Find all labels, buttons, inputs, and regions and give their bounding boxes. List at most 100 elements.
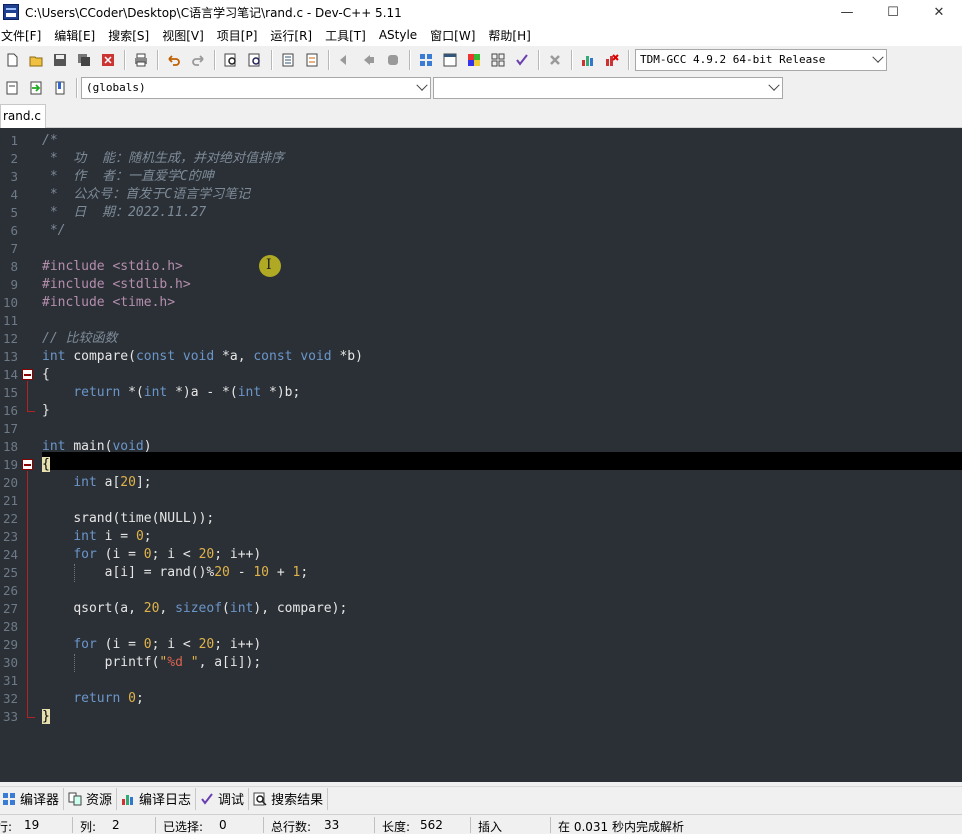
- close-button[interactable]: ✕: [916, 0, 962, 24]
- close-file-button[interactable]: [98, 50, 118, 70]
- save-button[interactable]: [50, 50, 70, 70]
- indent-button[interactable]: [278, 50, 298, 70]
- code-line[interactable]: [42, 492, 962, 510]
- menu-astyle[interactable]: AStyle: [378, 28, 423, 42]
- fold-toggle-icon[interactable]: [22, 459, 33, 470]
- maximize-button[interactable]: ☐: [870, 0, 916, 24]
- code-line[interactable]: * 日 期：2022.11.27: [42, 204, 962, 222]
- tab-compile-log[interactable]: 编译日志: [119, 787, 197, 810]
- menu-help[interactable]: 帮助[H]: [487, 27, 536, 44]
- code-line[interactable]: a[i] = rand()%20 - 10 + 1;: [42, 564, 962, 582]
- code-line[interactable]: srand(time(NULL));: [42, 510, 962, 528]
- code-line[interactable]: #include <stdlib.h>: [42, 276, 962, 294]
- bar-chart-icon: [582, 56, 593, 66]
- code-line[interactable]: // 比较函数: [42, 330, 962, 348]
- code-line[interactable]: {: [42, 456, 962, 474]
- tab-compiler[interactable]: 编译器: [0, 787, 65, 810]
- tab-search-results[interactable]: 搜索结果: [251, 787, 329, 810]
- code-line[interactable]: {: [42, 366, 962, 384]
- line-number: 15: [2, 385, 18, 400]
- code-line[interactable]: #include <time.h>: [42, 294, 962, 312]
- code-line[interactable]: [42, 618, 962, 636]
- code-line[interactable]: for (i = 0; i < 20; i++): [42, 546, 962, 564]
- code-area[interactable]: /* * 功 能：随机生成，并对绝对值排序 * 作 者：一直爱学C的呻 * 公众…: [42, 128, 962, 782]
- rebuild-button[interactable]: [488, 50, 508, 70]
- print-button[interactable]: [131, 50, 151, 70]
- status-total-value: 33: [324, 818, 340, 832]
- code-line[interactable]: #include <stdio.h>: [42, 258, 962, 276]
- syntax-check-button[interactable]: [512, 50, 532, 70]
- open-file-button[interactable]: [26, 50, 46, 70]
- run-button[interactable]: [440, 50, 460, 70]
- bookmark-button[interactable]: [50, 78, 70, 98]
- code-editor[interactable]: 1 2 3 4 5 6 7 8 9 10 11 12 13 14 15 16 17 18 19 20 21 22 23 24 2…: [0, 128, 962, 782]
- member-select[interactable]: [433, 77, 783, 99]
- compile-button[interactable]: [416, 50, 436, 70]
- find-button[interactable]: [221, 50, 241, 70]
- minimize-button[interactable]: —: [824, 0, 870, 24]
- menu-view[interactable]: 视图[V]: [161, 27, 210, 44]
- status-insert-mode: 插入: [478, 820, 503, 834]
- code-line[interactable]: for (i = 0; i < 20; i++): [42, 636, 962, 654]
- tab-resources[interactable]: 资源: [66, 787, 118, 810]
- chevron-down-icon: [768, 79, 780, 91]
- bookmark-prev-button[interactable]: [335, 50, 355, 70]
- code-line[interactable]: int main(void): [42, 438, 962, 456]
- code-line[interactable]: int compare(const void *a, const void *b…: [42, 348, 962, 366]
- undo-button[interactable]: [164, 50, 184, 70]
- bookmark-icon: [55, 81, 65, 95]
- code-line[interactable]: * 功 能：随机生成，并对绝对值排序: [42, 150, 962, 168]
- replace-button[interactable]: [245, 50, 265, 70]
- profile-button[interactable]: [578, 50, 598, 70]
- code-line[interactable]: [42, 672, 962, 690]
- menu-edit[interactable]: 编辑[E]: [53, 27, 101, 44]
- toggle-comment-button[interactable]: [383, 50, 403, 70]
- menu-file[interactable]: 文件[F]: [0, 27, 47, 44]
- code-line[interactable]: return *(int *)a - *(int *)b;: [42, 384, 962, 402]
- code-line[interactable]: [42, 420, 962, 438]
- code-line[interactable]: }: [42, 402, 962, 420]
- delete-profile-button[interactable]: [602, 50, 622, 70]
- indent-icon: [282, 53, 294, 67]
- code-line[interactable]: }: [42, 708, 962, 726]
- insert-button[interactable]: [2, 78, 22, 98]
- fold-toggle-icon[interactable]: [22, 369, 33, 380]
- tab-debug[interactable]: 调试: [198, 787, 250, 810]
- code-line[interactable]: [42, 312, 962, 330]
- tab-rand-c[interactable]: rand.c: [0, 104, 46, 128]
- line-number: 16: [2, 403, 18, 418]
- line-number: 12: [2, 331, 18, 346]
- line-number: 17: [2, 421, 18, 436]
- menu-run[interactable]: 运行[R]: [269, 27, 318, 44]
- goto-button[interactable]: [26, 78, 46, 98]
- close-file-icon: [102, 54, 114, 66]
- compiler-select[interactable]: TDM-GCC 4.9.2 64-bit Release: [635, 49, 887, 71]
- menu-search[interactable]: 搜索[S]: [107, 27, 155, 44]
- stop-button[interactable]: [545, 50, 565, 70]
- compile-run-button[interactable]: [464, 50, 484, 70]
- status-length-label: 长度:: [382, 820, 411, 834]
- unindent-button[interactable]: [302, 50, 322, 70]
- bookmark-next-button[interactable]: [359, 50, 379, 70]
- code-line[interactable]: */: [42, 222, 962, 240]
- code-line[interactable]: int i = 0;: [42, 528, 962, 546]
- menu-project[interactable]: 项目[P]: [216, 27, 264, 44]
- code-line[interactable]: * 作 者：一直爱学C的呻: [42, 168, 962, 186]
- code-line[interactable]: * 公众号：首发于C语言学习笔记: [42, 186, 962, 204]
- code-line[interactable]: printf("%d ", a[i]);: [42, 654, 962, 672]
- new-file-button[interactable]: [2, 50, 22, 70]
- code-line[interactable]: int a[20];: [42, 474, 962, 492]
- status-length-value: 562: [420, 818, 443, 832]
- insert-icon: [6, 81, 18, 95]
- code-line[interactable]: return 0;: [42, 690, 962, 708]
- code-line[interactable]: [42, 240, 962, 258]
- scope-select[interactable]: (globals): [81, 77, 431, 99]
- code-line[interactable]: [42, 582, 962, 600]
- line-number: 26: [2, 583, 18, 598]
- redo-button[interactable]: [188, 50, 208, 70]
- code-line[interactable]: /*: [42, 132, 962, 150]
- menu-window[interactable]: 窗口[W]: [429, 27, 481, 44]
- menu-tools[interactable]: 工具[T]: [324, 27, 372, 44]
- code-line[interactable]: qsort(a, 20, sizeof(int), compare);: [42, 600, 962, 618]
- save-all-button[interactable]: [74, 50, 94, 70]
